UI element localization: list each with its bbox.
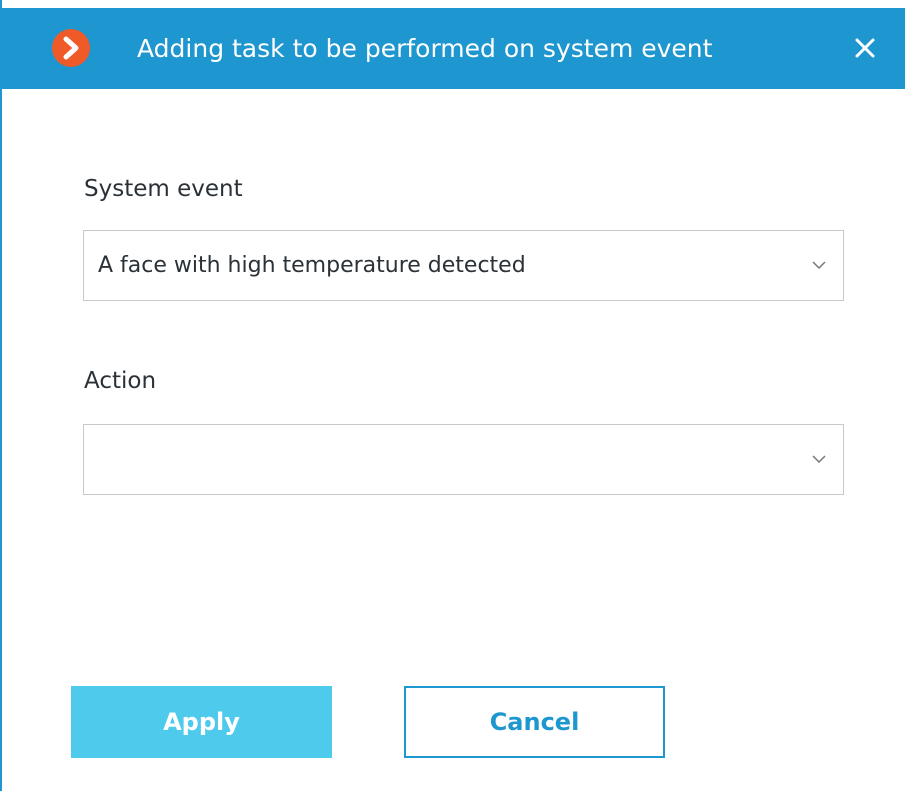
chevron-right-circle-icon [52,29,90,67]
close-icon[interactable] [850,33,880,63]
chevron-down-icon [812,261,826,270]
chevron-down-icon [812,455,826,464]
action-select[interactable] [83,424,844,495]
dialog-window: Adding task to be performed on system ev… [0,0,905,791]
system-event-value: A face with high temperature detected [98,253,526,278]
action-label: Action [84,368,157,394]
system-event-select[interactable]: A face with high temperature detected [83,230,844,301]
title-bar: Adding task to be performed on system ev… [2,8,905,89]
dialog-title: Adding task to be performed on system ev… [137,34,713,63]
apply-button[interactable]: Apply [71,686,332,758]
system-event-label: System event [84,176,243,202]
cancel-button[interactable]: Cancel [404,686,665,758]
